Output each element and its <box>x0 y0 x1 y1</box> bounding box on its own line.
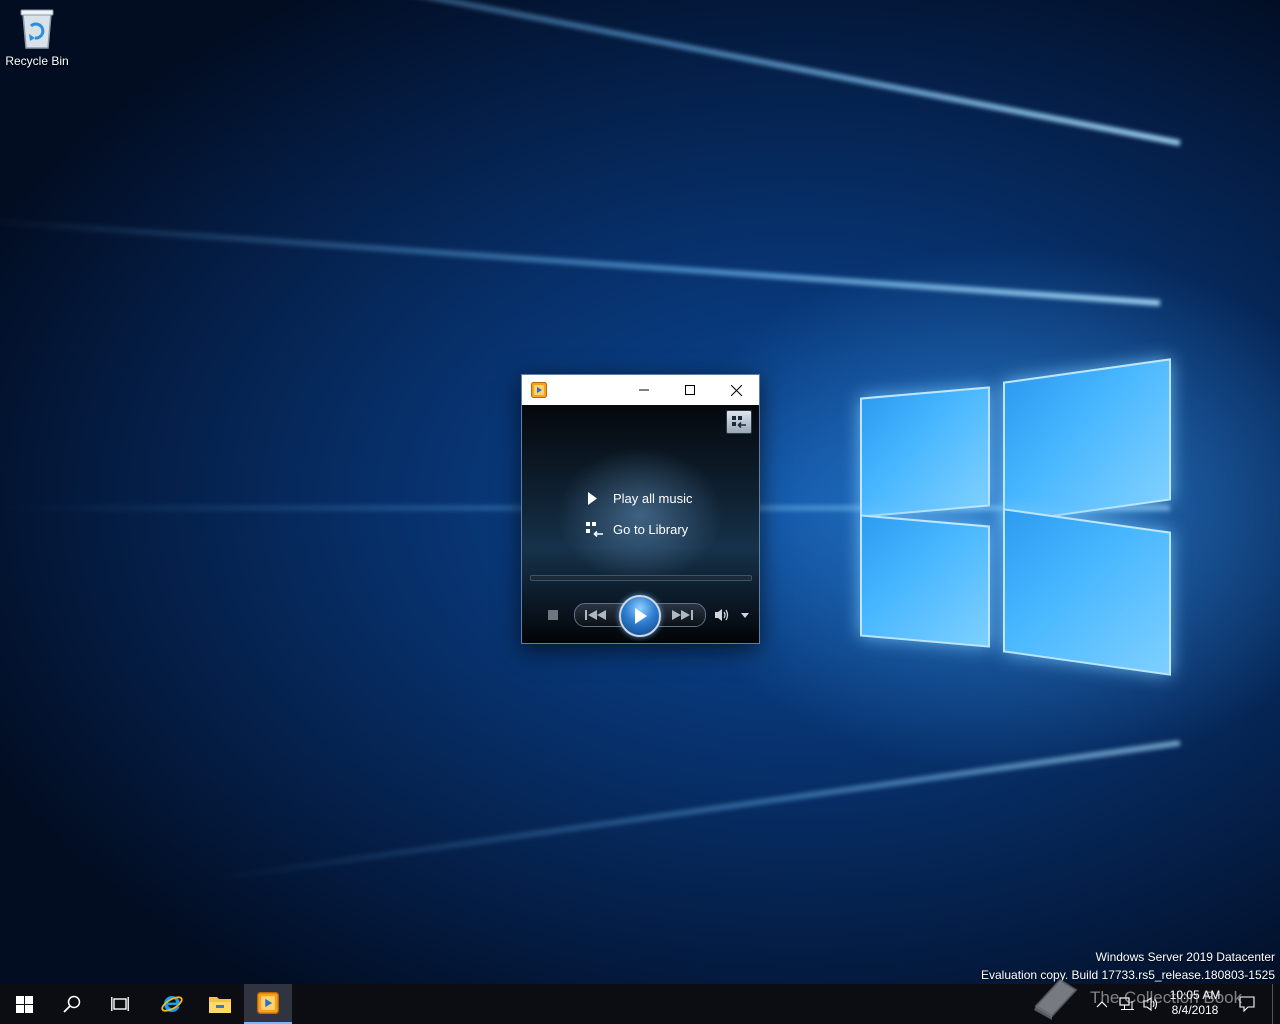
collection-book-text: The Collection Book <box>1090 988 1243 1007</box>
title-bar[interactable] <box>522 375 759 405</box>
stop-icon <box>548 610 558 620</box>
internet-explorer-button[interactable] <box>148 984 196 1024</box>
stop-button[interactable] <box>546 608 560 622</box>
play-icon <box>635 608 647 624</box>
maximize-button[interactable] <box>667 375 713 405</box>
desktop-background: Recycle Bin Play all music Go to Library… <box>0 0 1280 984</box>
now-playing-area: Play all music Go to Library <box>522 405 759 643</box>
play-button[interactable] <box>619 595 661 637</box>
recycle-bin[interactable]: Recycle Bin <box>4 6 70 68</box>
recycle-bin-icon <box>20 9 54 49</box>
internet-explorer-icon <box>161 995 183 1012</box>
media-player-taskbar-button[interactable] <box>244 984 292 1024</box>
close-button[interactable] <box>713 375 759 405</box>
start-icon <box>15 995 33 1013</box>
search-button[interactable] <box>48 984 96 1024</box>
logo-pane-bottom-right <box>1003 508 1171 676</box>
search-icon <box>63 995 81 1013</box>
close-icon <box>730 384 742 396</box>
collection-book-watermark: The Collection Book <box>1030 976 1242 1020</box>
media-player-window[interactable]: Play all music Go to Library <box>521 374 760 644</box>
go-to-library-link[interactable]: Go to Library <box>586 522 688 537</box>
library-icon <box>586 522 603 537</box>
logo-pane-top-left <box>860 386 990 518</box>
switch-to-library-button[interactable] <box>726 410 752 434</box>
light-beam <box>209 740 1181 883</box>
next-button[interactable] <box>666 605 698 625</box>
logo-pane-top-right <box>1003 358 1171 524</box>
play-all-music-link[interactable]: Play all music <box>586 491 692 506</box>
file-explorer-icon <box>209 997 231 1013</box>
media-player-icon <box>257 992 279 1014</box>
play-icon <box>588 492 597 505</box>
recycle-bin-label: Recycle Bin <box>5 54 69 68</box>
os-watermark-edition: Windows Server 2019 Datacenter <box>1095 950 1275 964</box>
minimize-button[interactable] <box>621 375 667 405</box>
seek-bar[interactable] <box>530 575 752 581</box>
play-all-music-label: Play all music <box>613 491 693 506</box>
task-view-button[interactable] <box>96 984 144 1024</box>
previous-icon <box>585 610 606 620</box>
previous-button[interactable] <box>580 605 612 625</box>
show-desktop-button[interactable] <box>1272 984 1280 1024</box>
task-view-icon <box>111 997 129 1011</box>
volume-icon <box>715 609 729 621</box>
go-to-library-label: Go to Library <box>613 522 689 537</box>
minimize-icon <box>639 389 649 391</box>
volume-dropdown-button[interactable] <box>739 610 751 620</box>
maximize-icon <box>685 385 695 395</box>
mute-button[interactable] <box>713 607 731 623</box>
book-icon <box>1034 978 1078 1020</box>
media-player-icon <box>531 382 547 398</box>
file-explorer-button[interactable] <box>196 984 244 1024</box>
logo-pane-bottom-left <box>860 514 990 648</box>
switch-to-library-icon <box>732 416 746 429</box>
light-beam <box>0 0 1181 146</box>
light-beam <box>0 217 1161 306</box>
dropdown-arrow-icon <box>741 612 749 618</box>
next-icon <box>672 610 693 620</box>
start-button[interactable] <box>0 984 48 1024</box>
